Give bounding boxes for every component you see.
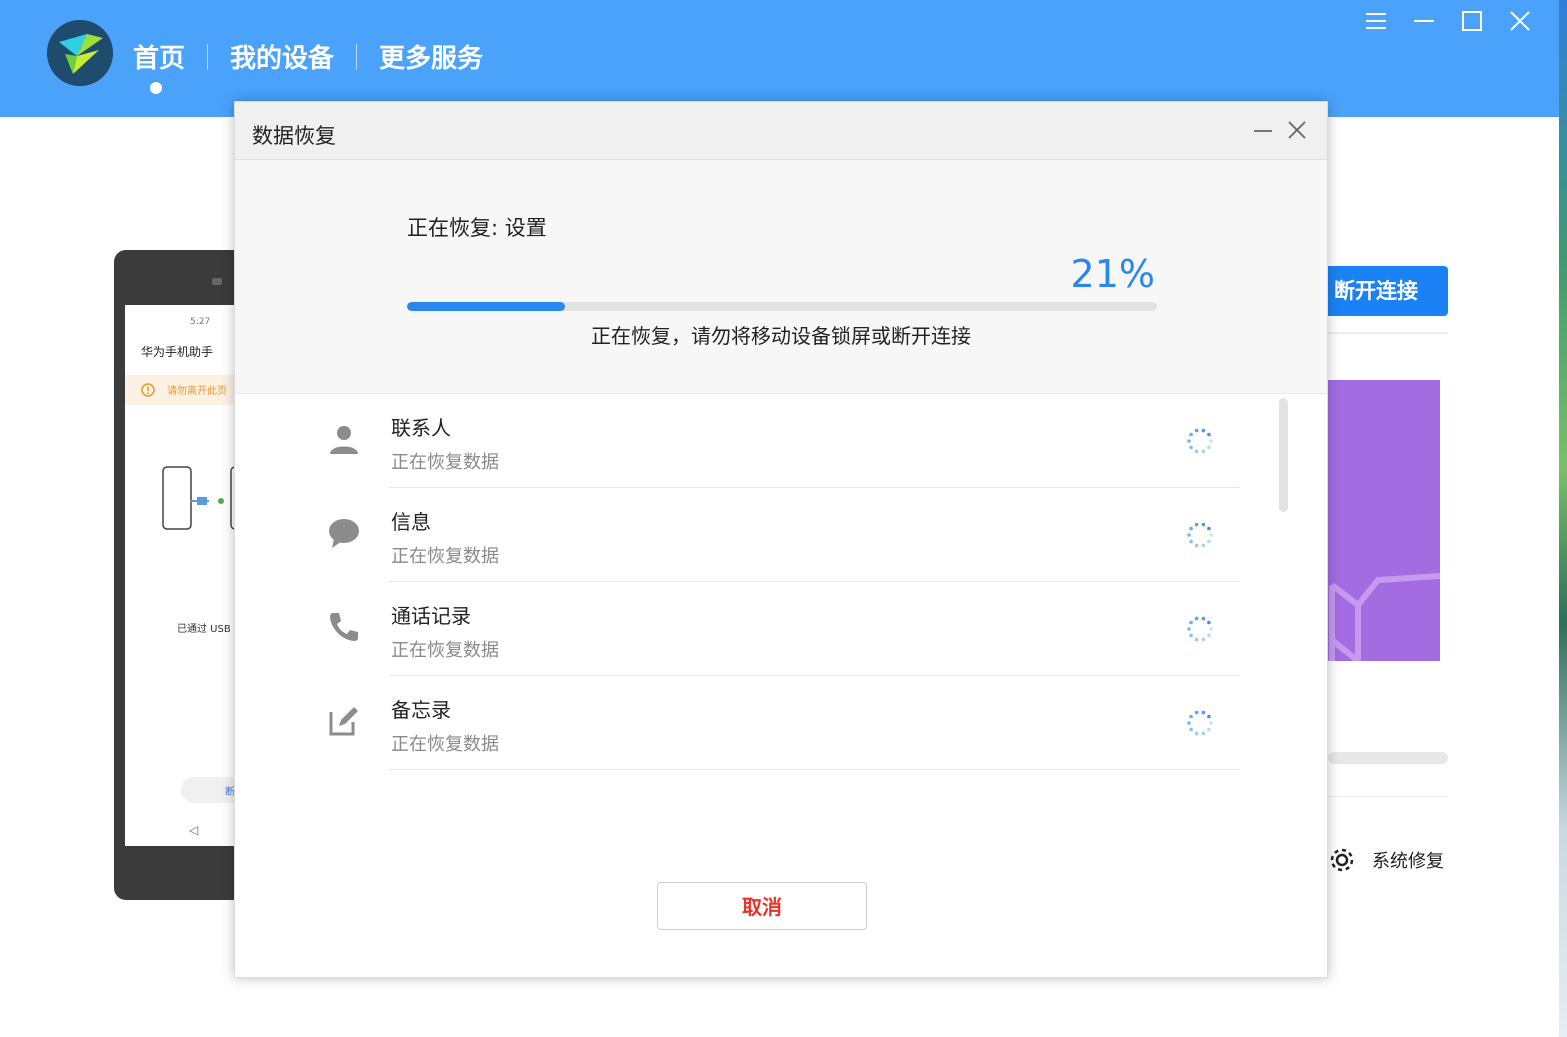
person-icon	[327, 422, 361, 456]
maximize-icon[interactable]	[1459, 8, 1485, 34]
close-icon[interactable]	[1507, 8, 1533, 34]
list-item: 联系人 正在恢复数据	[235, 394, 1245, 488]
top-bar: 首页 我的设备 更多服务	[0, 0, 1559, 117]
list-item: 备忘录 正在恢复数据	[235, 676, 1245, 770]
divider	[1328, 796, 1448, 797]
list-item: 信息 正在恢复数据	[235, 488, 1245, 582]
nav-separator	[356, 43, 358, 70]
main-nav: 首页 我的设备 更多服务	[133, 38, 483, 75]
progress-percent: 21%	[1070, 252, 1155, 296]
progress-track	[407, 302, 1157, 311]
device-app-title: 华为手机助手	[141, 345, 214, 359]
item-title: 通话记录	[391, 604, 471, 628]
nav-my-devices[interactable]: 我的设备	[230, 38, 334, 75]
back-arrow-icon: ◁	[189, 823, 199, 837]
dialog-header: 数据恢复	[235, 102, 1327, 160]
cancel-button[interactable]: 取消	[657, 882, 867, 930]
device-usb-text: 已通过 USB	[177, 624, 231, 635]
nav-active-indicator	[150, 82, 162, 94]
device-status-time: 5:27	[190, 317, 211, 327]
progress-placeholder-bar	[1328, 752, 1448, 764]
promo-card[interactable]	[1328, 380, 1440, 661]
item-title: 联系人	[391, 416, 451, 440]
list-item: 通话记录正在恢复数据	[235, 582, 1245, 676]
loading-spinner-icon	[1185, 520, 1215, 550]
nav-more-services[interactable]: 更多服务	[379, 38, 483, 75]
dialog-minimize-icon[interactable]	[1251, 118, 1275, 142]
system-repair-label: 系统修复	[1372, 851, 1444, 872]
window-controls	[1363, 8, 1533, 34]
item-status: 正在恢复数据	[391, 734, 499, 755]
dialog-title: 数据恢复	[252, 124, 336, 148]
progress-section: 正在恢复: 设置 21% 正在恢复，请勿将移动设备锁屏或断开连接	[235, 160, 1327, 394]
divider	[1328, 332, 1448, 334]
desktop-background-strip	[1559, 0, 1567, 1037]
phone-icon	[327, 610, 361, 644]
note-edit-icon	[327, 704, 361, 738]
system-repair-entry[interactable]: 系统修复	[1328, 846, 1444, 874]
loading-spinner-icon	[1185, 708, 1215, 738]
nav-separator	[207, 43, 209, 70]
item-status: 正在恢复数据	[391, 640, 499, 661]
minimize-icon[interactable]	[1411, 8, 1437, 34]
dialog-close-icon[interactable]	[1285, 118, 1309, 142]
data-restore-dialog: 数据恢复 正在恢复: 设置 21% 正在恢复，请勿将移动设备锁屏或断开连接 联系…	[234, 101, 1328, 978]
loading-spinner-icon	[1185, 426, 1215, 456]
device-camera	[212, 278, 222, 285]
warning-icon	[141, 383, 155, 397]
row-divider	[389, 769, 1239, 770]
restoring-item-label: 正在恢复: 设置	[407, 216, 547, 240]
item-title: 备忘录	[391, 698, 451, 722]
nav-home[interactable]: 首页	[133, 38, 185, 75]
message-icon	[327, 516, 361, 550]
restore-hint: 正在恢复，请勿将移动设备锁屏或断开连接	[591, 324, 971, 348]
item-status: 正在恢复数据	[391, 546, 499, 567]
gear-icon	[1330, 848, 1354, 872]
item-status: 正在恢复数据	[391, 452, 499, 473]
device-warning-text: 请勿离开此页	[167, 386, 227, 397]
menu-icon[interactable]	[1363, 8, 1389, 34]
app-logo-icon	[47, 20, 113, 86]
list-scrollbar[interactable]	[1279, 398, 1288, 512]
item-title: 信息	[391, 510, 431, 534]
loading-spinner-icon	[1185, 614, 1215, 644]
progress-fill	[407, 302, 565, 311]
promo-graphic	[1329, 573, 1440, 661]
